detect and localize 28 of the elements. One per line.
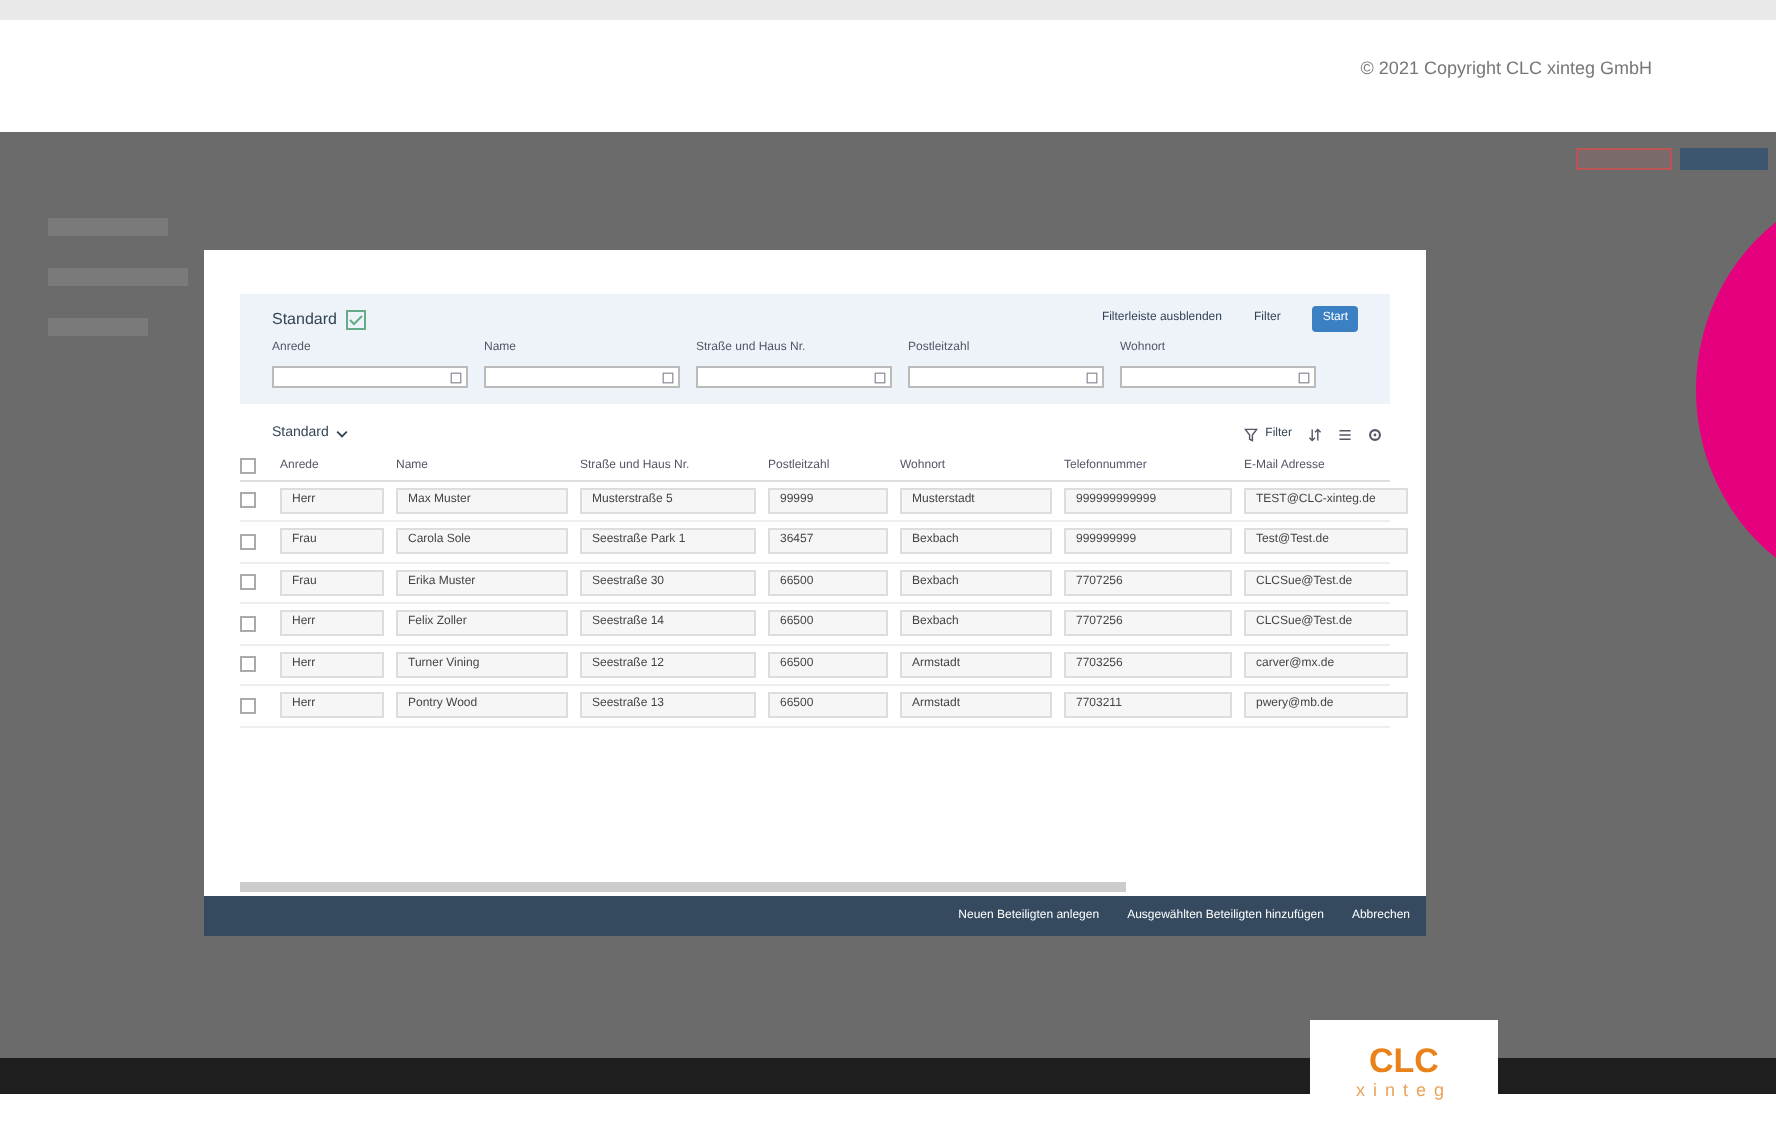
input-field[interactable] [272,366,468,388]
input-field[interactable] [1120,366,1316,388]
scrollbar[interactable] [240,882,1126,892]
row-checkbox[interactable] [240,615,256,632]
logo-text: CLC [1369,1044,1439,1079]
sort-icon[interactable] [1308,427,1322,442]
input-field[interactable] [484,366,680,388]
filter-icon[interactable] [1243,427,1258,442]
row-checkbox[interactable] [240,574,256,591]
settings-icon[interactable] [1368,427,1382,442]
variant-selector[interactable]: Standard [272,307,337,331]
checkbox-icon[interactable] [344,309,369,329]
input-field[interactable] [908,366,1104,388]
logo-subtext: xinteg [1355,1078,1453,1105]
value-help-icon[interactable] [1298,371,1310,383]
input-field[interactable] [696,366,892,388]
row-checkbox[interactable] [240,533,256,550]
caret-icon[interactable] [336,428,349,441]
value-help-icon[interactable] [662,371,674,383]
value-help-icon[interactable] [874,371,886,383]
copyright-text: © 2021 Copyright CLC xinteg GmbH [1360,56,1654,82]
value-help-icon[interactable] [450,371,462,383]
row-checkbox[interactable] [240,656,256,673]
row-checkbox[interactable] [240,697,256,714]
group-icon[interactable] [1338,427,1352,442]
row-checkbox[interactable] [240,492,256,509]
select-all-checkbox[interactable] [240,458,256,474]
value-help-icon[interactable] [1086,371,1098,383]
